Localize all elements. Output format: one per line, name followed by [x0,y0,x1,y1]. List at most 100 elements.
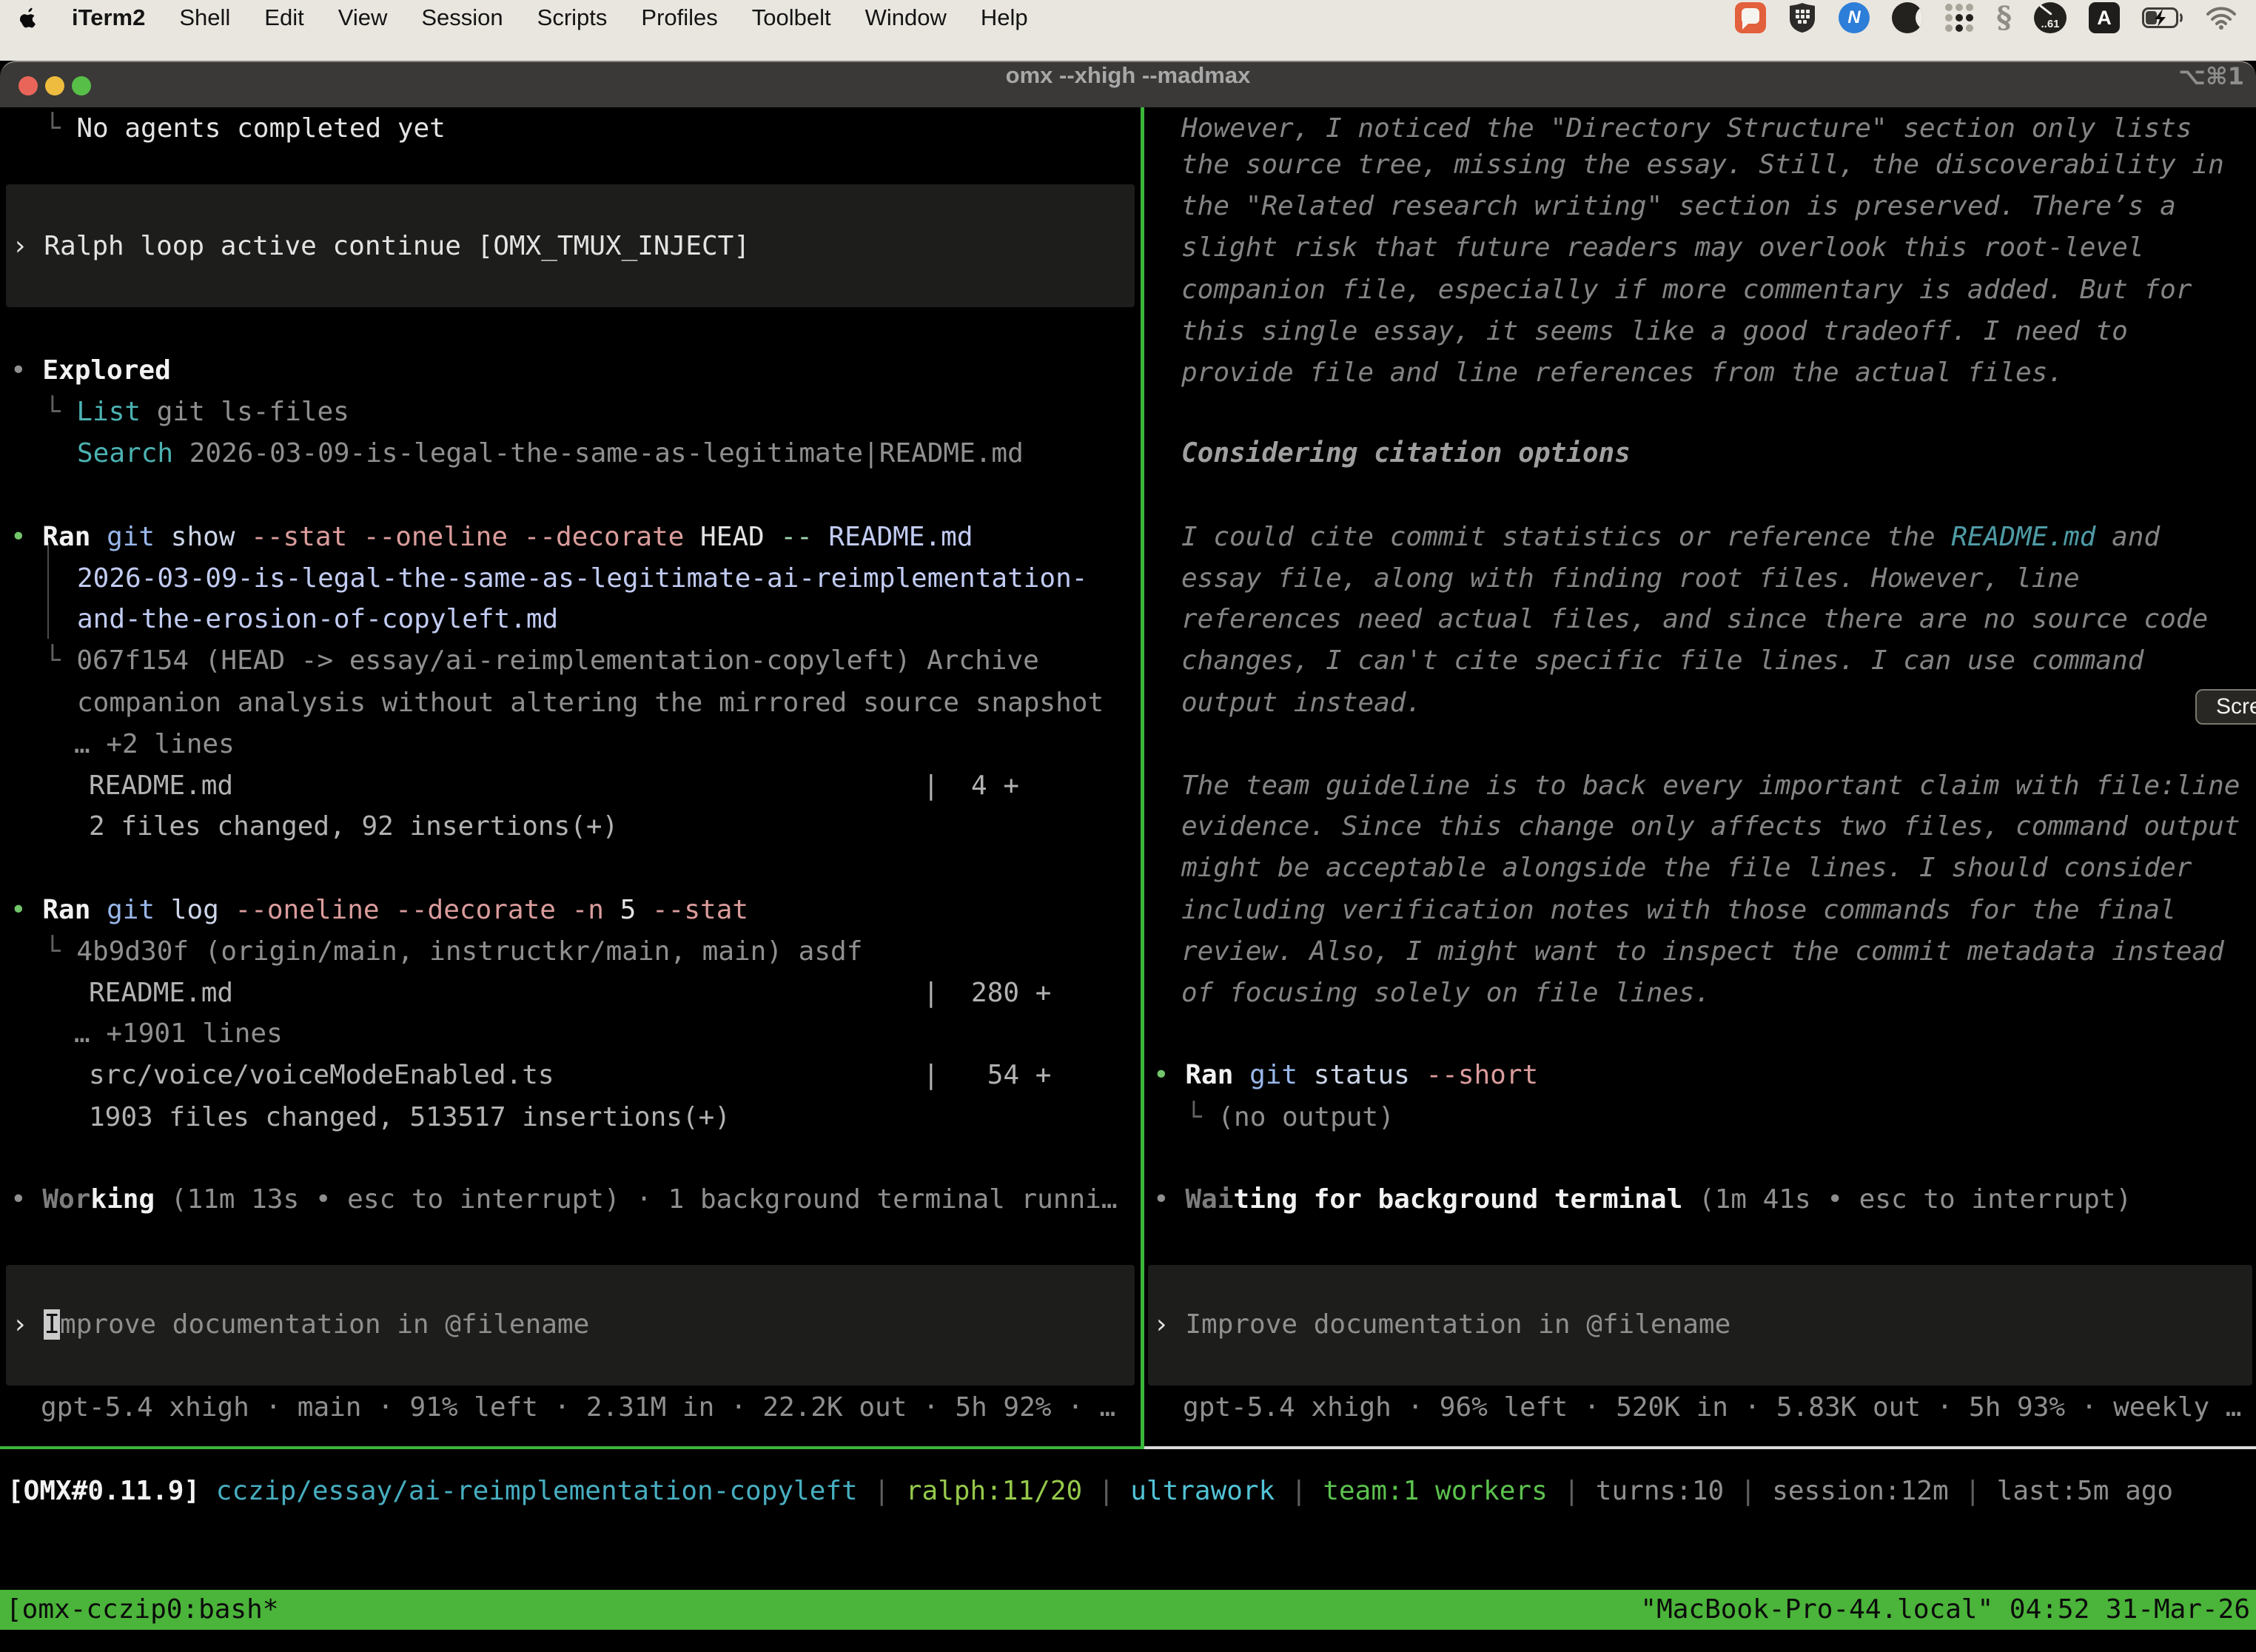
text-segment: ting for background terminal [1233,1184,1682,1215]
apple-icon[interactable] [19,7,38,29]
tmux-window-name[interactable]: [omx-cczip0:bash* [6,1590,278,1630]
battery-icon[interactable] [2142,7,2183,28]
explored-header-line: • Explored [10,349,171,392]
prompt-text: › Improve documentation in @filename [1153,1303,1730,1346]
menu-bar: iTerm2 Shell Edit View Session Scripts Profil… [0,0,2256,36]
text-segment: Wai [1185,1184,1233,1215]
text-segment: ralph:11/20 [906,1476,1082,1506]
menu-item-scripts[interactable]: Scripts [537,4,608,31]
text-segment: evidence. Since this change only affects… [1181,811,2240,842]
text-segment: -- [765,522,813,552]
text-segment: README.md | 280 + [89,978,1051,1008]
text-segment: including verification notes with those … [1181,895,2176,925]
text-segment: might be acceptable alongside the file l… [1181,853,2192,883]
terminal-line: The team guideline is to back every impo… [1181,765,2240,807]
text-segment: --stat --oneline --decorate [235,522,684,552]
text-segment: references need actual files, and since … [1181,604,2208,634]
text-segment: show [155,522,235,552]
input-source-letter: A [2097,7,2112,30]
text-segment: No agents completed yet [76,113,446,144]
pane-bottom-border-left [0,1446,1144,1449]
agents-status-line: └ No agents completed yet [44,107,446,150]
text-segment: Considering citation options [1181,438,1631,469]
command-line: • Ran git status --short [1153,1054,1538,1096]
menu-item-view[interactable]: View [338,4,388,31]
text-segment: HEAD [684,522,764,552]
terminal-line: I could cite commit statistics or refere… [1181,516,2160,558]
window-title: omx --xhigh --madmax [0,62,2256,109]
terminal-line: … +1901 lines [74,1013,283,1055]
menu-item-edit[interactable]: Edit [264,4,303,31]
terminal-line: └ 4b9d30f (origin/main, instructkr/main,… [44,930,862,973]
terminal-line: this single essay, it seems like a good … [1181,310,2128,352]
terminal-line: review. Also, I might want to inspect th… [1181,930,2224,973]
text-segment: | [1949,1476,1997,1506]
screen-share-overlay[interactable]: Scre [2195,689,2256,725]
text-segment: | [1548,1476,1596,1506]
command-line: • Ran git log --oneline --decorate -n 5 … [10,889,748,931]
menubar-status-icons: N § ..61 A [1735,2,2237,33]
text-segment: mprove documentation in @filename [60,1309,589,1340]
pane-bottom-border-right [1144,1446,2256,1449]
menu-item-session[interactable]: Session [421,4,503,31]
text-segment: › [1153,1309,1185,1340]
menu-item-toolbelt[interactable]: Toolbelt [752,4,831,31]
text-segment: • [1153,1060,1185,1090]
inject-prompt-text: › Ralph loop active continue [OMX_TMUX_I… [12,225,750,267]
text-segment: companion analysis without altering the … [77,688,1104,718]
desktop: iTerm2 Shell Edit View Session Scripts Profil… [0,0,2256,1652]
menu-item-shell[interactable]: Shell [179,4,230,31]
terminal-line: output instead. [1181,682,1422,724]
tmux-pane-left[interactable]: └ No agents completed yet › Ralph loop ac… [0,107,1141,1446]
model-status-line: gpt-5.4 xhigh · 96% left · 520K in · 5.8… [1183,1386,2241,1428]
squiggle-icon[interactable]: § [1996,2,2012,33]
text-segment: • [10,522,42,552]
text-segment: --short [1410,1060,1538,1090]
command-line: • Ran git show --stat --oneline --decora… [10,516,973,558]
text-segment: the source tree, missing the essay. Stil… [1181,150,2224,180]
text-segment: 5 [604,895,636,925]
text-segment: • [10,895,42,925]
window-titlebar[interactable]: omx --xhigh --madmax ⌥⌘1 [0,61,2256,107]
menu-item-profiles[interactable]: Profiles [641,4,717,31]
messages-icon[interactable] [1735,2,1766,33]
input-source-icon[interactable]: A [2089,2,2120,33]
text-segment: └ [44,113,76,144]
text-segment: README.md | 4 + [89,770,1019,801]
menu-item-window[interactable]: Window [865,4,947,31]
model-status-line: gpt-5.4 xhigh · main · 91% left · 2.31M … [41,1386,1115,1428]
wifi-icon[interactable] [2206,6,2237,30]
text-segment: | [1082,1476,1130,1506]
text-segment: gpt-5.4 xhigh · 96% left · 520K in · 5.8… [1183,1392,2241,1423]
pie-chart-icon[interactable] [1892,2,1923,33]
text-segment: and [2095,522,2160,552]
dots-grid-icon[interactable] [1945,4,1974,33]
terminal-line: … +2 lines [74,723,235,765]
working-status-line: • Working (11m 13s • esc to interrupt) ·… [10,1178,1118,1220]
lightning-badge-icon[interactable]: N [1839,2,1870,33]
menu-item-help[interactable]: Help [981,4,1028,31]
terminal-line: of focusing solely on file lines. [1181,972,1711,1014]
text-segment: (no output) [1218,1102,1394,1132]
badge-61-icon[interactable]: ..61 [2034,2,2067,33]
text-segment: output instead. [1181,688,1422,718]
terminal-line: companion file, especially if more comme… [1181,269,2192,311]
badge-61-slash [2039,4,2052,16]
terminal-line: the source tree, missing the essay. Stil… [1181,144,2224,186]
menu-items: Shell Edit View Session Scripts Profiles Toolb… [179,4,1027,31]
text-segment: README.md [813,522,973,552]
terminal-line: └ (no output) [1186,1096,1394,1138]
text-segment: … +2 lines [74,729,235,759]
text-segment: --stat [636,895,748,925]
terminal-line: essay file, along with finding root file… [1181,557,2080,600]
text-segment: team:1 workers [1323,1476,1547,1506]
text-segment: (1m 41s • esc to interrupt) [1682,1184,2132,1215]
menu-item-iterm2[interactable]: iTerm2 [72,4,145,31]
text-segment: The team guideline is to back every impo… [1181,770,2240,801]
text-segment: ultrawork [1130,1476,1275,1506]
text-segment: I could cite commit statistics or refere… [1181,522,1951,552]
text-segment: git [1233,1060,1297,1090]
shield-grid-icon[interactable] [1788,2,1816,33]
prompt-text: › Improve documentation in @filename [12,1303,589,1346]
tmux-pane-right[interactable]: However, I noticed the "Directory Struct… [1144,107,2256,1446]
